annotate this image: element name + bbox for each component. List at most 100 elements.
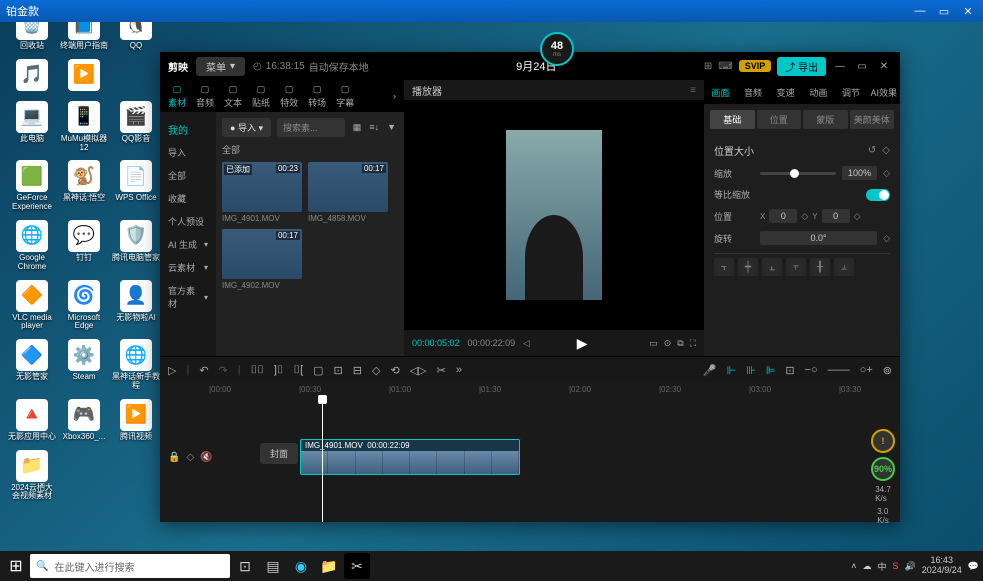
prop-tab[interactable]: 动画 xyxy=(802,82,835,103)
app-minimize-button[interactable]: — xyxy=(832,61,848,72)
zoom-out-icon[interactable]: −○ xyxy=(805,364,818,376)
ungroup-icon[interactable]: ⊟ xyxy=(353,364,362,377)
tray-cloud-icon[interactable]: ☁ xyxy=(862,561,871,572)
desktop-icon[interactable]: ⚙️Steam xyxy=(60,339,108,391)
nav-item[interactable]: 官方素材▾ xyxy=(160,279,216,315)
align-top-button[interactable]: ⫧ xyxy=(786,258,806,276)
top-tab[interactable]: ▢音频 xyxy=(192,82,218,111)
group-icon[interactable]: ⊡ xyxy=(334,364,343,377)
ping-indicator[interactable]: 48 ms xyxy=(540,32,574,66)
outer-close-button[interactable]: ✕ xyxy=(959,5,977,18)
layout-icon[interactable]: ⊞ xyxy=(704,61,712,72)
media-clip[interactable]: 00:17IMG_4858.MOV xyxy=(308,162,388,223)
prop-subtab[interactable]: 蒙版 xyxy=(803,110,848,129)
taskbar-clock[interactable]: 16:43 2024/9/24 xyxy=(922,556,962,576)
desktop-icon[interactable]: 📁2024云栖大会视频素材 xyxy=(8,450,56,502)
media-clip[interactable]: 已添加00:23IMG_4901.MOV xyxy=(222,162,302,223)
desktop-icon[interactable]: 🌐黑神话新手教程 xyxy=(112,339,160,391)
perf-percent-badge[interactable]: 90% xyxy=(871,457,895,481)
desktop-icon[interactable]: ▶️ xyxy=(60,59,108,93)
desktop-icon[interactable]: 💬钉钉 xyxy=(60,220,108,272)
nav-header-mine[interactable]: 我的 xyxy=(160,118,216,141)
prop-subtab[interactable]: 位置 xyxy=(757,110,802,129)
desktop-icon[interactable]: 🎬QQ影音 xyxy=(112,101,160,153)
mute-track-icon[interactable]: 🔇 xyxy=(200,452,212,463)
media-clip[interactable]: 00:17IMG_4902.MOV xyxy=(222,229,302,290)
tray-volume-icon[interactable]: 🔊 xyxy=(905,561,916,572)
export-button[interactable]: ⤴ 导出 xyxy=(777,57,826,76)
shortcut-icon[interactable]: ⌨ xyxy=(718,61,732,72)
nav-item[interactable]: 导入 xyxy=(160,141,216,164)
desktop-icon[interactable]: 🐒黑神话:悟空 xyxy=(60,160,108,212)
prev-frame-button[interactable]: ◁ xyxy=(523,338,530,349)
cover-button[interactable]: 封面 xyxy=(260,443,298,464)
snap-icon[interactable]: ⊩ xyxy=(727,364,737,377)
nav-item[interactable]: AI 生成▾ xyxy=(160,233,216,256)
desktop-icon[interactable]: 📱MuMu模拟器12 xyxy=(60,101,108,153)
sort-icon[interactable]: ≡↓ xyxy=(367,120,381,135)
nav-item[interactable]: 全部 xyxy=(160,164,216,187)
media-search-input[interactable]: 搜索素... xyxy=(277,118,345,137)
redo-icon[interactable]: ↷ xyxy=(219,364,228,377)
ratio-scale-toggle[interactable] xyxy=(866,189,890,201)
timeline-ruler[interactable]: |00:00|00:30|01:00|01:30|02:00|02:30|03:… xyxy=(160,383,900,399)
outer-minimize-button[interactable]: — xyxy=(911,5,929,18)
nav-item[interactable]: 云素材▾ xyxy=(160,256,216,279)
taskbar-edge-icon[interactable]: ◉ xyxy=(288,553,314,579)
desktop-icon[interactable]: 🔷无影管家 xyxy=(8,339,56,391)
perf-warning-badge[interactable]: ! xyxy=(871,429,895,453)
align-right-button[interactable]: ⫠ xyxy=(762,258,782,276)
top-tab[interactable]: ▢转场 xyxy=(304,82,330,111)
prop-tab[interactable]: 调节 xyxy=(835,82,868,103)
mic-icon[interactable]: 🎤 xyxy=(703,364,717,377)
prop-tab[interactable]: AI效果 xyxy=(867,82,900,103)
align-hcenter-button[interactable]: ┿ xyxy=(738,258,758,276)
prop-subtab[interactable]: 基础 xyxy=(710,110,755,129)
app-close-button[interactable]: ✕ xyxy=(876,61,892,72)
tray-ime-icon[interactable]: 中 xyxy=(877,560,886,573)
link-icon[interactable]: ⊪ xyxy=(746,364,756,377)
tabs-more-icon[interactable]: › xyxy=(389,87,400,105)
taskbar-search-input[interactable]: 🔍 在此键入进行搜索 xyxy=(30,554,230,578)
rotate-keyframe-icon[interactable]: ◇ xyxy=(883,233,890,244)
undo-icon[interactable]: ↶ xyxy=(199,364,208,377)
desktop-icon[interactable]: 🔺无影应用中心 xyxy=(8,399,56,442)
desktop-icon[interactable]: 🛡️腾讯电脑管家 xyxy=(112,220,160,272)
reverse-icon[interactable]: ⟲ xyxy=(390,364,399,377)
tray-up-icon[interactable]: ˄ xyxy=(851,561,856,571)
desktop-icon[interactable]: 🌀Microsoft Edge xyxy=(60,280,108,332)
zoom-in-icon[interactable]: ○+ xyxy=(860,364,873,376)
safe-zone-icon[interactable]: ⊙ xyxy=(664,338,672,349)
player-menu-icon[interactable]: ≡ xyxy=(690,85,696,96)
desktop-icon[interactable]: 💻此电脑 xyxy=(8,101,56,153)
reset-icon[interactable]: ↺ xyxy=(868,145,876,156)
prop-tab[interactable]: 音频 xyxy=(737,82,770,103)
align-left-button[interactable]: ⫟ xyxy=(714,258,734,276)
more-tools-icon[interactable]: » xyxy=(456,364,462,376)
preview-icon[interactable]: ⊫ xyxy=(766,364,776,377)
nav-item[interactable]: 收藏 xyxy=(160,187,216,210)
posy-keyframe-icon[interactable]: ◇ xyxy=(854,211,861,222)
player-viewport[interactable] xyxy=(404,100,704,330)
desktop-icon[interactable]: 📄WPS Office xyxy=(112,160,160,212)
delete-icon[interactable]: ▢ xyxy=(313,364,323,377)
mirror-icon[interactable]: ◁▷ xyxy=(410,364,427,377)
zoom-slider[interactable]: —— xyxy=(828,364,850,376)
split-left-icon[interactable]: ]⌷ xyxy=(274,364,284,377)
taskbar-jianying-icon[interactable]: ✂ xyxy=(344,553,370,579)
rotate-value[interactable]: 0.0° xyxy=(760,231,877,245)
prop-tab[interactable]: 画面 xyxy=(704,82,737,103)
top-tab[interactable]: ▢字幕 xyxy=(332,82,358,111)
svip-badge[interactable]: SVIP xyxy=(739,60,772,72)
top-tab[interactable]: ▢贴纸 xyxy=(248,82,274,111)
zoom-fit-icon[interactable]: ⊚ xyxy=(883,364,892,377)
desktop-icon[interactable]: 👤无影物啦AI xyxy=(112,280,160,332)
align-vcenter-button[interactable]: ╂ xyxy=(810,258,830,276)
select-tool-icon[interactable]: ▷ xyxy=(168,364,176,377)
keyframe-icon[interactable]: ◇ xyxy=(882,145,890,156)
split-icon[interactable]: ⌷⌷ xyxy=(251,364,264,377)
taskbar-app-1[interactable]: ▤ xyxy=(260,553,286,579)
position-x-input[interactable]: 0 xyxy=(769,209,797,223)
compare-icon[interactable]: ⧉ xyxy=(677,338,683,349)
track-opts-icon[interactable]: ⊡ xyxy=(785,364,794,377)
